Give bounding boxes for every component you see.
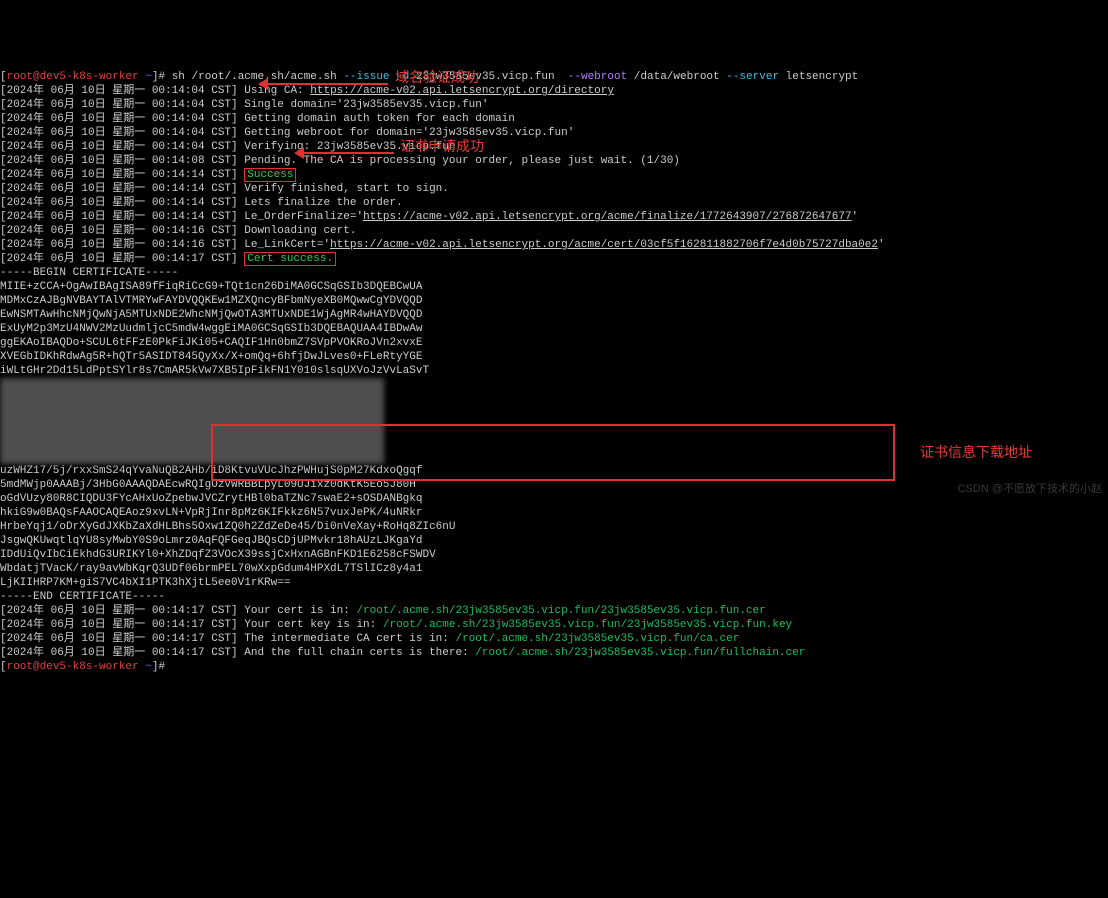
ts-4: [2024年 06月 10日 星期一 00:14:04 CST] bbox=[0, 127, 238, 139]
cert-line: uzWHZ17/5j/rxxSmS24qYvaNuQB2AHb/iD8KtvuV… bbox=[0, 465, 422, 477]
cmd-pre: sh /root/.acme.sh/acme.sh bbox=[172, 71, 344, 83]
cmd-webroot-val: /data/webroot bbox=[627, 71, 726, 83]
cert-line: WbdatjTVacK/ray9avWbKqrQ3UDf06brmPEL70wX… bbox=[0, 563, 422, 575]
line-auth-token: Getting domain auth token for each domai… bbox=[238, 113, 515, 125]
annotation-cert-success: 证书申请成功 bbox=[400, 139, 484, 153]
prompt-path: ~ bbox=[145, 661, 152, 673]
ts-10: [2024年 06月 10日 星期一 00:14:14 CST] bbox=[0, 211, 238, 223]
cert-line: XVEGbIDKhRdwAg5R+hQTr5ASIDT845QyXx/X+omQ… bbox=[0, 351, 422, 363]
cert-line: oGdVUzy80R8CIQDU3FYcAHxUoZpebwJVCZrytHBl… bbox=[0, 493, 422, 505]
ts-11: [2024年 06月 10日 星期一 00:14:16 CST] bbox=[0, 225, 238, 237]
ts-3: [2024年 06月 10日 星期一 00:14:04 CST] bbox=[0, 113, 238, 125]
line-key-in: Your cert key is in: bbox=[238, 619, 383, 631]
ts-8: [2024年 06月 10日 星期一 00:14:14 CST] bbox=[0, 183, 238, 195]
order-url[interactable]: https://acme-v02.api.letsencrypt.org/acm… bbox=[363, 211, 851, 223]
ts-7: [2024年 06月 10日 星期一 00:14:14 CST] bbox=[0, 169, 238, 181]
cert-line: IDdUiQvIbCiEkhdG3URIKYl0+XhZDqfZ3VOcX39s… bbox=[0, 549, 436, 561]
prompt-user: root@dev5-k8s-worker bbox=[7, 71, 139, 83]
terminal-output: [root@dev5-k8s-worker ~]# sh /root/.acme… bbox=[0, 56, 1108, 674]
ts-13: [2024年 06月 10日 星期一 00:14:17 CST] bbox=[0, 253, 238, 265]
line-downloading: Downloading cert. bbox=[238, 225, 357, 237]
cert-line: ExUyM2p3MzU4NWV2MzUudmljcC5mdW4wggEiMA0G… bbox=[0, 323, 422, 335]
cert-path: /root/.acme.sh/23jw3585ev35.vicp.fun/23j… bbox=[356, 605, 765, 617]
success-badge: Success bbox=[244, 168, 296, 182]
line-order-finalize: Le_OrderFinalize=' bbox=[238, 211, 363, 223]
cert-success-badge: Cert success. bbox=[244, 252, 336, 266]
cert-begin: -----BEGIN CERTIFICATE----- bbox=[0, 267, 178, 279]
cert-line: LjKIIHRP7KM+giS7VC4bXI1PTK3hXjtL5ee0V1rK… bbox=[0, 577, 290, 589]
ts-12: [2024年 06月 10日 星期一 00:14:16 CST] bbox=[0, 239, 238, 251]
prompt-line[interactable]: [root@dev5-k8s-worker ~]# bbox=[0, 661, 172, 673]
full-path: /root/.acme.sh/23jw3585ev35.vicp.fun/ful… bbox=[475, 647, 805, 659]
cmd-webroot: --webroot bbox=[568, 71, 627, 83]
line-verify-finished: Verify finished, start to sign. bbox=[238, 183, 449, 195]
ts-5: [2024年 06月 10日 星期一 00:14:04 CST] bbox=[0, 141, 238, 153]
line-cert-in: Your cert is in: bbox=[238, 605, 357, 617]
ts-1: [2024年 06月 10日 星期一 00:14:04 CST] bbox=[0, 85, 238, 97]
line-full-in: And the full chain certs is there: bbox=[238, 647, 476, 659]
cert-line: HrbeYqj1/oDrXyGdJXKbZaXdHLBhs5Oxw1ZQ0h2Z… bbox=[0, 521, 455, 533]
cert-line: MIIE+zCCA+OgAwIBAgISA89fFiqRiCcG9+TQt1cn… bbox=[0, 281, 422, 293]
prompt-path: ~ bbox=[145, 71, 152, 83]
cmd-server-val: letsencrypt bbox=[779, 71, 858, 83]
cert-line: ggEKAoIBAQDo+SCUL6tFFzE0PkFiJKi05+CAQIF1… bbox=[0, 337, 422, 349]
line-using-ca: Using CA: bbox=[238, 85, 311, 97]
annotation-domain-verified: 域名验证成功 bbox=[395, 70, 479, 84]
cert-line: 5mdMWjp0AAABj/3HbG0AAAQDAEcwRQIgOzVWRBBL… bbox=[0, 479, 416, 491]
cert-obscured bbox=[0, 378, 384, 464]
cert-line: JsgwQKUwqtlqYU8syMwbY0S9oLmrz0AqFQFGeqJB… bbox=[0, 535, 422, 547]
ts-15: [2024年 06月 10日 星期一 00:14:17 CST] bbox=[0, 619, 238, 631]
ts-16: [2024年 06月 10日 星期一 00:14:17 CST] bbox=[0, 633, 238, 645]
ts-6: [2024年 06月 10日 星期一 00:14:08 CST] bbox=[0, 155, 238, 167]
cert-end: -----END CERTIFICATE----- bbox=[0, 591, 165, 603]
cmd-server: --server bbox=[726, 71, 779, 83]
line-single-domain: Single domain='23jw3585ev35.vicp.fun' bbox=[238, 99, 489, 111]
prompt-symbol: # bbox=[158, 661, 165, 673]
ts-2: [2024年 06月 10日 星期一 00:14:04 CST] bbox=[0, 99, 238, 111]
ts-9: [2024年 06月 10日 星期一 00:14:14 CST] bbox=[0, 197, 238, 209]
annotation-cert-download: 证书信息下载地址 bbox=[920, 445, 1032, 459]
ca-path: /root/.acme.sh/23jw3585ev35.vicp.fun/ca.… bbox=[455, 633, 739, 645]
key-path: /root/.acme.sh/23jw3585ev35.vicp.fun/23j… bbox=[383, 619, 792, 631]
cert-line: iWLtGHr2Dd15LdPptSYlr8s7CmAR5kVw7XB5IpFi… bbox=[0, 365, 429, 377]
ts-14: [2024年 06月 10日 星期一 00:14:17 CST] bbox=[0, 605, 238, 617]
watermark: CSDN @不愿放下技术的小赵 bbox=[958, 482, 1102, 496]
prompt-user: root@dev5-k8s-worker bbox=[7, 661, 139, 673]
linkcert-url[interactable]: https://acme-v02.api.letsencrypt.org/acm… bbox=[330, 239, 878, 251]
line-pending: Pending. The CA is processing your order… bbox=[238, 155, 680, 167]
line-ca-in: The intermediate CA cert is in: bbox=[238, 633, 456, 645]
cert-line: MDMxCzAJBgNVBAYTAlVTMRYwFAYDVQQKEw1MZXQn… bbox=[0, 295, 422, 307]
ca-url[interactable]: https://acme-v02.api.letsencrypt.org/dir… bbox=[310, 85, 614, 97]
line-finalize: Lets finalize the order. bbox=[238, 197, 403, 209]
cert-line: EwNSMTAwHhcNMjQwNjA5MTUxNDE2WhcNMjQwOTA3… bbox=[0, 309, 422, 321]
line-linkcert: Le_LinkCert=' bbox=[238, 239, 330, 251]
cert-line: hkiG9w0BAQsFAAOCAQEAoz9xvLN+VpRjInr8pMz6… bbox=[0, 507, 422, 519]
ts-17: [2024年 06月 10日 星期一 00:14:17 CST] bbox=[0, 647, 238, 659]
prompt-symbol: # bbox=[158, 71, 165, 83]
